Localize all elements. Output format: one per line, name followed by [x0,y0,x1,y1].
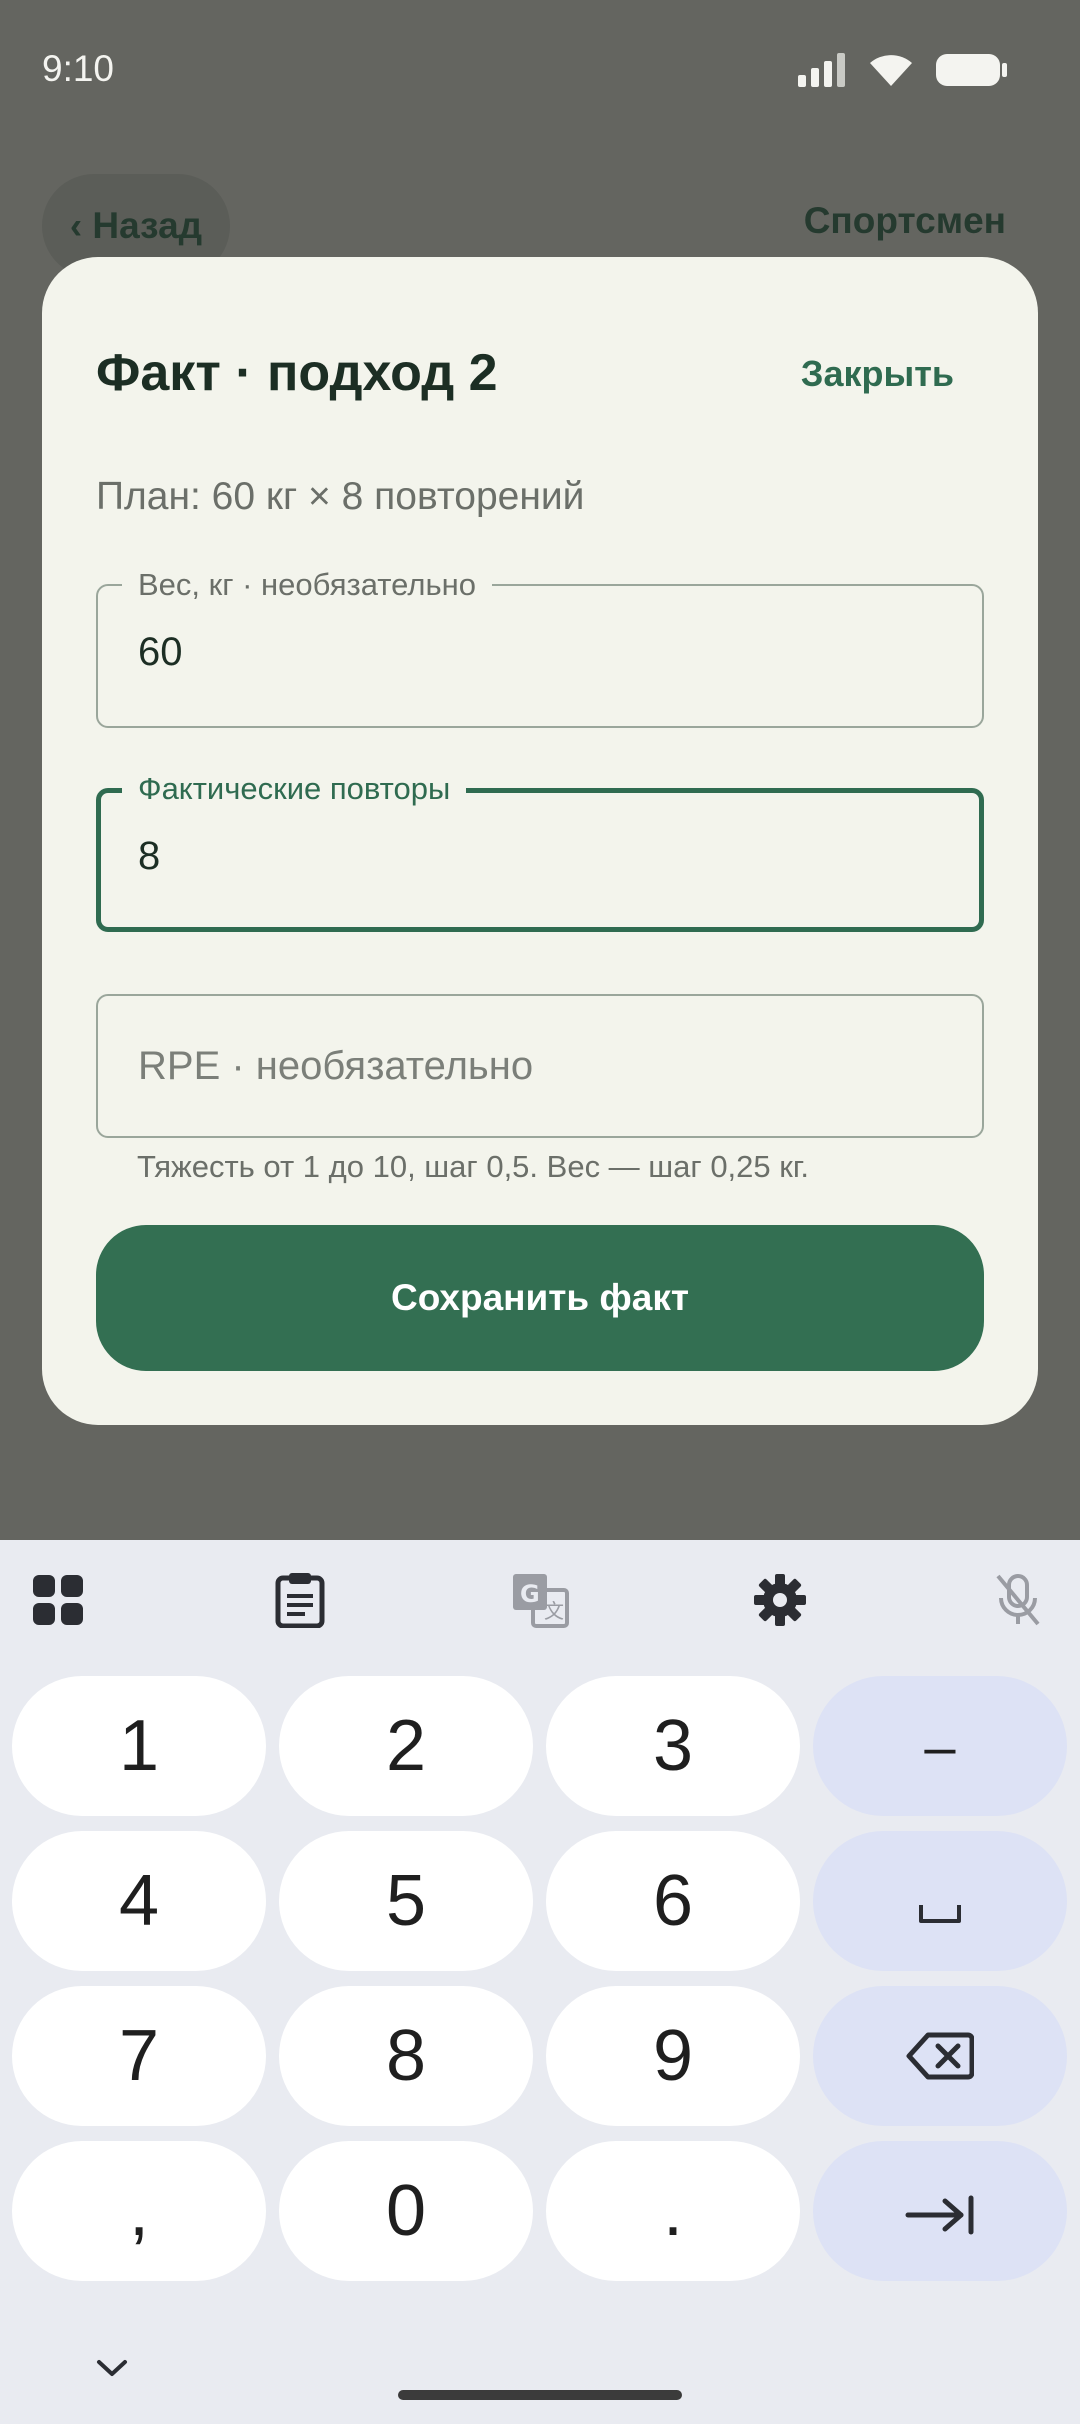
key-6[interactable]: 6 [546,1831,800,1971]
signal-icon [798,52,846,92]
space-icon [918,1860,962,1942]
key-space[interactable] [813,1831,1067,1971]
status-time: 9:10 [42,48,115,89]
key-5[interactable]: 5 [279,1831,533,1971]
key-dot[interactable]: . [546,2141,800,2281]
svg-text:文: 文 [544,1599,564,1623]
close-button[interactable]: Закрыть [801,353,954,395]
key-minus[interactable]: – [813,1676,1067,1816]
clipboard-icon[interactable] [270,1570,330,1630]
rpe-field-placeholder: RPE · необязательно [138,1044,534,1088]
keyboard-collapse-icon[interactable] [92,2348,132,2388]
fact-dialog: Факт · подход 2 Закрыть План: 60 кг × 8 … [42,257,1038,1425]
home-indicator[interactable] [398,2390,682,2400]
numeric-keyboard: G 文 1 2 3 – 4 5 6 7 8 9 , 0 . [0,1540,1080,2424]
helper-text: Тяжесть от 1 до 10, шаг 0,5. Вес — шаг 0… [137,1149,809,1184]
key-tab-next[interactable] [813,2141,1067,2281]
key-backspace[interactable] [813,1986,1067,2126]
plan-summary: План: 60 кг × 8 повторений [96,475,585,518]
key-comma[interactable]: , [12,2141,266,2281]
apps-grid-icon[interactable] [28,1570,88,1630]
weight-field-label: Вес, кг · необязательно [122,567,492,603]
key-7[interactable]: 7 [12,1986,266,2126]
dialog-title: Факт · подход 2 [96,344,498,402]
translate-icon[interactable]: G 文 [510,1570,570,1630]
key-2[interactable]: 2 [279,1676,533,1816]
status-icons [798,52,1008,92]
battery-icon [936,52,1008,93]
weight-field[interactable]: Вес, кг · необязательно 60 [96,567,984,728]
save-fact-button[interactable]: Сохранить факт [96,1225,984,1371]
key-8[interactable]: 8 [279,1986,533,2126]
rpe-field[interactable]: RPE · необязательно [96,994,984,1138]
reps-field[interactable]: Фактические повторы 8 [96,771,984,932]
weight-field-value: 60 [138,630,183,674]
tab-next-icon [905,2170,975,2252]
key-4[interactable]: 4 [12,1831,266,1971]
key-0[interactable]: 0 [279,2141,533,2281]
reps-field-label: Фактические повторы [122,771,467,807]
keyboard-toolbar: G 文 [0,1540,1080,1660]
mic-off-icon[interactable] [988,1570,1048,1630]
key-3[interactable]: 3 [546,1676,800,1816]
backspace-icon [906,2015,975,2097]
svg-text:G: G [520,1580,540,1608]
key-1[interactable]: 1 [12,1676,266,1816]
athlete-link[interactable]: Спортсмен [804,200,1006,242]
key-9[interactable]: 9 [546,1986,800,2126]
settings-gear-icon[interactable] [750,1570,810,1630]
wifi-icon [868,52,914,93]
reps-field-value: 8 [138,834,161,878]
